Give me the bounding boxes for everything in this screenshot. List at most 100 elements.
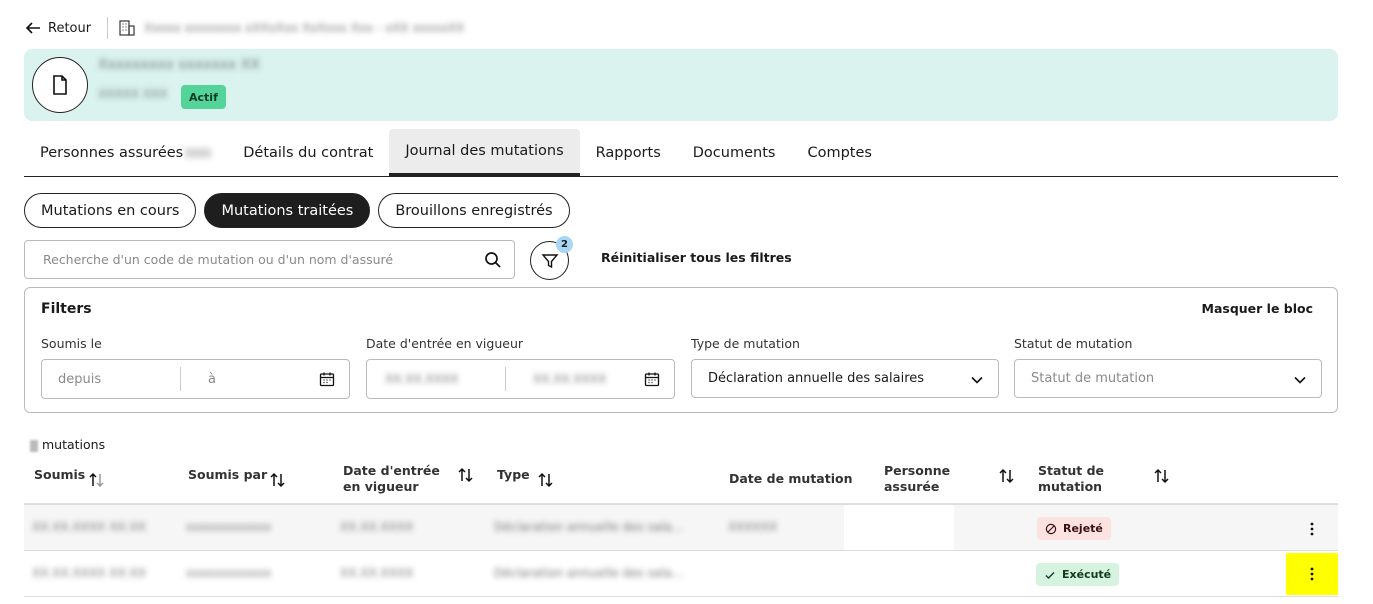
date-entree-range: XX.XX.XXXX XX.XX.XXXX	[366, 359, 675, 399]
type-mutation-label: Type de mutation	[691, 336, 800, 351]
pill-mutations-traitees[interactable]: Mutations traitées	[204, 193, 371, 228]
check-icon	[1044, 569, 1056, 581]
more-vertical-icon	[1310, 522, 1314, 536]
pill-brouillons[interactable]: Brouillons enregistrés	[378, 193, 570, 228]
tab-bar: Personnes assurées Détails du contrat Jo…	[24, 129, 1338, 177]
col-header-personne[interactable]: Personne assurée	[884, 463, 974, 495]
col-header-label: Statut de mutation	[1038, 463, 1105, 494]
cell-soumis-par: xxxxxxxxxxxx	[186, 566, 272, 580]
col-header-soumis-par[interactable]: Soumis par	[188, 467, 267, 483]
sort-icon[interactable]	[998, 467, 1016, 485]
filters-panel: Filters Masquer le bloc Soumis le depuis…	[24, 287, 1338, 413]
tab-label: Rapports	[595, 144, 661, 161]
count-number	[30, 439, 38, 452]
tab-rapports[interactable]: Rapports	[580, 129, 677, 176]
col-header-label: Soumis	[34, 467, 86, 482]
sort-icon[interactable]	[537, 471, 555, 489]
date-entree-label: Date d'entrée en vigueur	[366, 336, 524, 351]
col-header-date-mutation: Date de mutation	[729, 471, 852, 487]
soumis-to-input[interactable]: à	[208, 372, 216, 387]
table-row[interactable]: XX.XX.XXXX XX:XX xxxxxxxxxxxx XX.XX.XXXX…	[24, 550, 1338, 597]
cell-soumis-par: xxxxxxxxxxxx	[186, 520, 272, 534]
count-suffix: mutations	[42, 437, 106, 452]
cell-soumis: XX.XX.XXXX XX:XX	[32, 520, 147, 534]
cell-date-mutation: XXXXXX	[728, 520, 778, 534]
sort-icon[interactable]	[269, 471, 287, 489]
filters-title: Filters	[41, 301, 92, 317]
hide-block-button[interactable]: Masquer le bloc	[1202, 301, 1314, 316]
col-header-type[interactable]: Type	[497, 467, 530, 483]
top-bar: Retour Xxxxx xxxxxxxx xXXxXxx XxXxxx Xxx…	[24, 14, 464, 42]
sort-icon[interactable]	[457, 466, 475, 484]
prohibited-icon	[1045, 523, 1057, 535]
tab-label: Détails du contrat	[243, 144, 374, 161]
tab-journal-mutations[interactable]: Journal des mutations	[389, 129, 580, 176]
col-header-label: Date de mutation	[729, 471, 853, 486]
col-header-statut[interactable]: Statut de mutation	[1038, 463, 1128, 495]
tab-count	[185, 147, 212, 158]
row-actions-button[interactable]	[1302, 517, 1322, 541]
sort-icon[interactable]	[88, 471, 106, 489]
tab-label: Comptes	[807, 144, 872, 161]
status-label: Exécuté	[1062, 568, 1112, 581]
tab-personnes-assurees[interactable]: Personnes assurées	[24, 129, 227, 176]
avatar	[32, 57, 88, 113]
document-icon	[51, 75, 69, 95]
col-header-label: Soumis par	[188, 467, 268, 482]
sort-icon[interactable]	[1153, 467, 1171, 485]
col-header-date-entree[interactable]: Date d'entrée en vigueur	[343, 463, 453, 495]
search-input[interactable]	[41, 251, 484, 268]
building-icon	[118, 19, 136, 37]
divider	[107, 17, 109, 39]
filter-count-badge: 2	[556, 236, 573, 253]
soumis-from-input[interactable]: depuis	[58, 372, 101, 387]
type-mutation-select[interactable]: Déclaration annuelle des salaires	[691, 359, 999, 398]
cell-personne	[844, 505, 954, 552]
cell-soumis: XX.XX.XXXX XX:XX	[32, 566, 147, 580]
reset-filters-link[interactable]: Réinitialiser tous les filtres	[601, 250, 792, 265]
row-actions-button[interactable]	[1286, 553, 1338, 595]
statut-mutation-label: Statut de mutation	[1014, 336, 1133, 351]
col-header-label: Date d'entrée en vigueur	[343, 463, 440, 494]
cell-type: Déclaration annuelle des sala...	[494, 566, 684, 580]
header-subtitle: XXXXX XXX	[98, 87, 168, 101]
tab-label: Journal des mutations	[405, 143, 564, 159]
date-entree-to-input[interactable]: XX.XX.XXXX	[533, 372, 606, 386]
col-header-label: Personne assurée	[884, 463, 951, 494]
status-badge: Actif	[181, 85, 226, 109]
status-label: Rejeté	[1063, 522, 1103, 535]
back-button[interactable]: Retour	[24, 19, 91, 37]
search-icon[interactable]	[484, 251, 502, 269]
arrow-left-icon	[24, 19, 42, 37]
col-header-soumis[interactable]: Soumis	[34, 467, 85, 483]
range-divider	[180, 367, 181, 391]
tab-label: Personnes assurées	[40, 144, 184, 161]
mutations-count: mutations	[30, 437, 105, 452]
breadcrumb[interactable]: Xxxxx xxxxxxxx xXXxXxx XxXxxx Xxx - xXX …	[144, 21, 464, 35]
tab-details-contrat[interactable]: Détails du contrat	[227, 129, 389, 176]
pill-mutations-en-cours[interactable]: Mutations en cours	[24, 193, 197, 228]
col-header-label: Type	[497, 467, 530, 482]
search-box	[24, 240, 515, 279]
tab-documents[interactable]: Documents	[677, 129, 792, 176]
type-mutation-value: Déclaration annuelle des salaires	[708, 371, 925, 386]
calendar-icon[interactable]	[644, 371, 660, 387]
chevron-down-icon	[970, 373, 984, 387]
chevron-down-icon	[1293, 373, 1307, 387]
table-row[interactable]: XX.XX.XXXX XX:XX xxxxxxxxxxxx XX.XX.XXXX…	[24, 503, 1338, 552]
soumis-le-label: Soumis le	[41, 336, 102, 351]
date-entree-from-input[interactable]: XX.XX.XXXX	[385, 372, 458, 386]
status-badge-executed: Exécuté	[1036, 563, 1120, 586]
statut-mutation-placeholder: Statut de mutation	[1031, 371, 1155, 386]
back-label: Retour	[48, 20, 92, 36]
status-badge-rejected: Rejeté	[1037, 517, 1111, 540]
soumis-le-range: depuis à	[41, 359, 350, 399]
tab-label: Documents	[692, 144, 776, 161]
cell-date-entree: XX.XX.XXXX	[340, 566, 414, 580]
funnel-icon	[540, 252, 559, 270]
tab-comptes[interactable]: Comptes	[791, 129, 888, 176]
calendar-icon[interactable]	[319, 371, 335, 387]
range-divider	[505, 367, 506, 391]
cell-type: Déclaration annuelle des sala...	[494, 520, 684, 534]
statut-mutation-select[interactable]: Statut de mutation	[1014, 359, 1322, 398]
